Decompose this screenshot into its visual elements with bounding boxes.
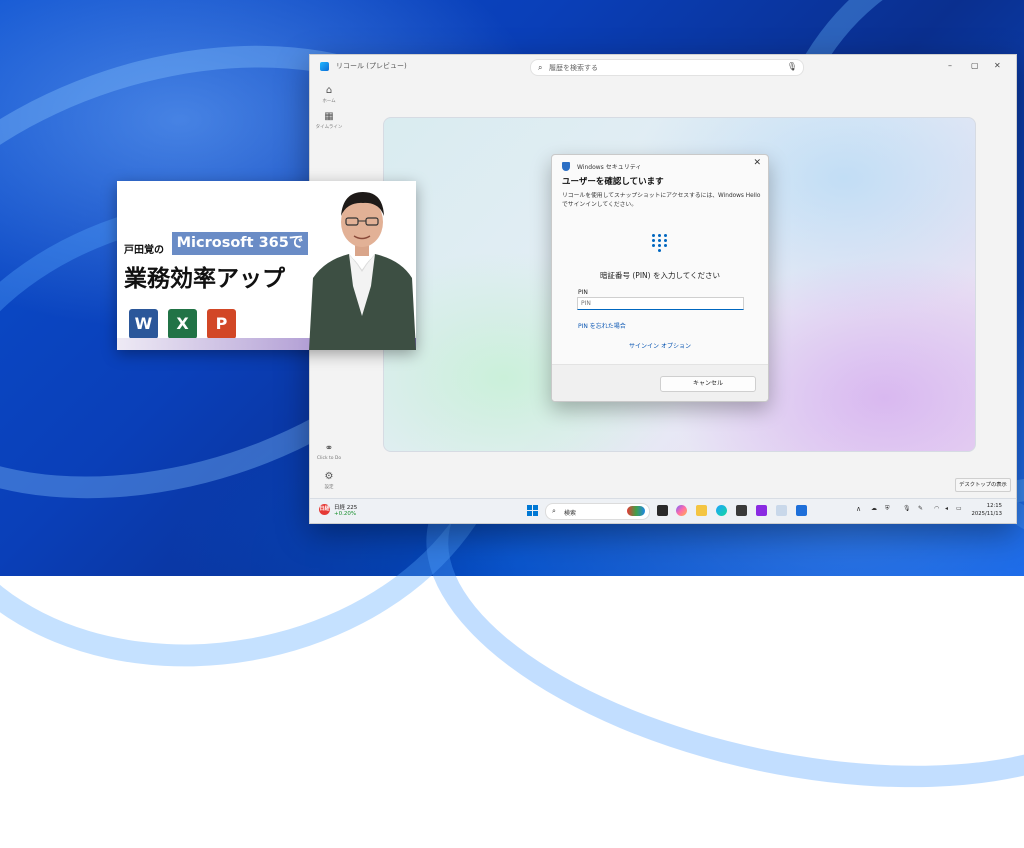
dialog-app-name: Windows セキュリティ <box>577 164 642 171</box>
sidebar-item-home[interactable]: ⌂ ホーム <box>310 85 348 104</box>
wifi-icon[interactable]: ◠ <box>934 505 939 512</box>
file-explorer-icon[interactable] <box>696 505 707 516</box>
stock-change: +0.20% <box>334 511 357 517</box>
security-tray-icon[interactable]: ⛨ <box>885 505 890 513</box>
pin-prompt: 暗証番号 (PIN) を入力してください <box>599 271 720 280</box>
taskbar: 日経 日経 225 +0.20% ⌕ 検索 ∧ ☁ ⛨ 🎙 ✎ ◠ ◂ ▭ 12… <box>310 498 1016 523</box>
stock-name: 日経 225 <box>334 505 358 511</box>
shield-icon <box>562 162 570 171</box>
cloud-icon[interactable]: ☁ <box>871 505 877 512</box>
banner-author: 戸田覚の <box>124 245 164 256</box>
copilot-icon[interactable] <box>676 505 687 516</box>
onenote-icon[interactable] <box>756 505 767 516</box>
dialog-heading: ユーザーを確認しています <box>562 177 664 187</box>
clock[interactable]: 12:15 2025/11/13 <box>971 502 1002 518</box>
start-button[interactable] <box>527 505 538 516</box>
search-icon: ⌕ <box>552 507 556 515</box>
gear-icon: ⚙ <box>324 471 334 482</box>
recall-taskbar-icon[interactable] <box>776 505 787 516</box>
sign-in-options-link[interactable]: サインイン オプション <box>552 341 768 350</box>
sidebar-item-timeline[interactable]: ▦ タイムライン <box>310 111 348 130</box>
task-view-icon[interactable] <box>657 505 668 516</box>
taskbar-search-label: 検索 <box>564 510 577 517</box>
cancel-button[interactable]: キャンセル <box>660 376 756 392</box>
timeline-icon: ▦ <box>324 111 334 122</box>
microphone-icon[interactable]: 🎙 <box>787 62 797 71</box>
stock-badge-icon: 日経 <box>319 504 330 515</box>
history-search-placeholder[interactable]: 履歴を検索する <box>549 63 598 73</box>
sidebar-item-label: ホーム <box>322 99 336 104</box>
presenter-photo <box>309 192 416 350</box>
close-window-button[interactable]: ✕ <box>994 61 1001 70</box>
clock-time: 12:15 <box>986 503 1002 509</box>
app-taskbar-icon[interactable] <box>796 505 807 516</box>
pin-input[interactable] <box>577 297 744 310</box>
battery-icon[interactable]: ▭ <box>956 505 962 512</box>
dialog-description: リコールを使用してスナップショットにアクセスするには、Windows Hello… <box>562 193 761 208</box>
app-title: リコール (プレビュー) <box>336 62 407 70</box>
search-icon: ⌕ <box>538 63 543 72</box>
recall-logo-icon <box>320 62 329 71</box>
pin-label: PIN <box>578 289 588 296</box>
sidebar-item-click-to-do[interactable]: ⚭ Click to Do <box>310 443 348 461</box>
forgot-pin-link[interactable]: PIN を忘れた場合 <box>578 321 626 330</box>
banner-product: Microsoft 365で <box>172 232 308 255</box>
show-desktop-tooltip: デスクトップの表示 <box>955 478 1011 492</box>
sidebar-item-settings[interactable]: ⚙ 設定 <box>310 471 348 490</box>
home-icon: ⌂ <box>325 85 333 96</box>
banner-title: 業務効率アップ <box>124 266 285 292</box>
title-bar: リコール (プレビュー) ⌕ 履歴を検索する 🎙 – ▢ ✕ <box>310 55 1016 79</box>
sidebar-item-label: 設定 <box>324 485 334 490</box>
pen-icon[interactable]: ✎ <box>918 505 923 512</box>
history-search-box[interactable]: ⌕ 履歴を検索する 🎙 <box>530 59 804 76</box>
article-banner: 戸田覚の Microsoft 365で 業務効率アップ W X P <box>117 181 416 350</box>
dialog-close-button[interactable]: ✕ <box>753 158 761 168</box>
excel-icon: X <box>168 309 197 339</box>
word-icon: W <box>129 309 158 339</box>
tray-chevron-icon[interactable]: ∧ <box>856 505 861 513</box>
microphone-tray-icon[interactable]: 🎙 <box>903 505 911 512</box>
windows-security-dialog: Windows セキュリティ ✕ ユーザーを確認しています リコールを使用してス… <box>551 154 769 402</box>
sidebar-item-label: タイムライン <box>315 125 343 130</box>
search-highlight-icon <box>627 506 645 516</box>
sidebar-item-label: Click to Do <box>316 456 342 461</box>
powerpoint-icon: P <box>207 309 236 339</box>
clock-date: 2025/11/13 <box>971 511 1002 517</box>
store-icon[interactable] <box>736 505 747 516</box>
edge-icon[interactable] <box>716 505 727 516</box>
volume-icon[interactable]: ◂ <box>945 505 948 512</box>
dialog-footer: キャンセル <box>552 364 768 401</box>
pin-keypad-icon <box>651 234 669 254</box>
click-to-do-icon: ⚭ <box>324 443 334 454</box>
maximize-button[interactable]: ▢ <box>971 61 979 70</box>
taskbar-search[interactable]: ⌕ 検索 <box>545 503 650 520</box>
minimize-button[interactable]: – <box>948 61 952 70</box>
